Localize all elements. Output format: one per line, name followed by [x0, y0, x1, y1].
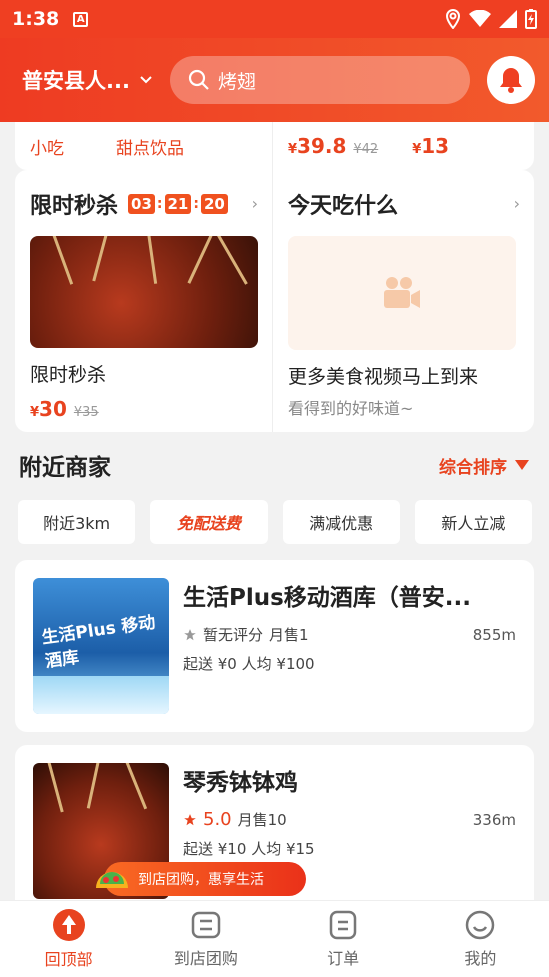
- shop-monthly-sales: 月售1: [269, 626, 309, 644]
- search-placeholder: 烤翅: [218, 70, 257, 93]
- sort-label: 综合排序: [439, 457, 507, 478]
- chevron-down-icon: [140, 76, 152, 84]
- triangle-down-icon: [515, 460, 529, 470]
- shop-avg-price: 人均 ¥100: [241, 655, 315, 673]
- shop-avg-price: 人均 ¥15: [251, 840, 315, 858]
- notification-a-icon: A: [73, 11, 89, 27]
- wifi-icon: [469, 10, 491, 27]
- category-row: 小吃 甜点饮品: [15, 122, 273, 170]
- tab-back-top[interactable]: 回顶部: [0, 901, 137, 977]
- countdown-seconds: 20: [200, 194, 228, 214]
- header: 普安县人... 烤翅: [0, 38, 549, 122]
- tab-label: 我的: [464, 949, 497, 968]
- search-icon: [188, 69, 209, 90]
- flash-sale-price: ¥30 ¥35: [30, 397, 99, 421]
- flash-sale-header: 限时秒杀 03: 21: 20: [30, 188, 257, 220]
- back-top-icon: [52, 909, 85, 941]
- what-to-eat-headline: 更多美食视频马上到来: [288, 366, 479, 388]
- category-dessert[interactable]: 甜点饮品: [116, 134, 184, 159]
- search-input[interactable]: 烤翅: [170, 56, 470, 104]
- category-snack[interactable]: 小吃: [30, 134, 64, 159]
- shop-min-order: 起送 ¥10: [183, 840, 247, 858]
- star-icon: [184, 628, 196, 640]
- location-icon: [445, 9, 461, 29]
- what-to-eat-subtitle: 看得到的好味道~: [288, 399, 414, 418]
- filter-chips: 附近3km 免配送费 满减优惠 新人立减: [18, 500, 532, 544]
- shop-rating: 暂无评分: [203, 626, 264, 644]
- promo-banner[interactable]: 到店团购，惠享生活: [96, 862, 306, 896]
- flash-sale-original: ¥35: [73, 405, 99, 420]
- countdown-minutes: 21: [164, 194, 192, 214]
- shop-monthly-sales: 月售10: [237, 811, 287, 829]
- status-icons: [445, 9, 537, 29]
- shop-meta-2: 起送 ¥0 人均 ¥100: [183, 653, 516, 674]
- what-to-eat-title: 今天吃什么: [288, 194, 399, 219]
- shop-card[interactable]: 生活Plus 移动酒库 生活Plus移动酒库（普安... 暂无评分 月售1 85…: [15, 560, 534, 732]
- video-placeholder[interactable]: [288, 236, 516, 350]
- tab-label: 回顶部: [44, 950, 93, 969]
- tab-group-buy[interactable]: 到店团购: [137, 901, 274, 977]
- countdown-hours: 03: [128, 194, 155, 214]
- bell-icon: [500, 68, 522, 93]
- promo-text: 到店团购，惠享生活: [138, 872, 264, 888]
- deal-price-2[interactable]: ¥13: [412, 134, 449, 158]
- flash-sale-item-name: 限时秒杀: [30, 364, 107, 386]
- countdown-timer: 03: 21: 20: [128, 194, 228, 214]
- order-icon: [329, 910, 357, 940]
- flash-sale-image[interactable]: [30, 236, 258, 348]
- shop-distance: 855m: [472, 625, 516, 644]
- price-row: ¥39.8 ¥42 ¥13: [273, 122, 534, 170]
- tab-orders[interactable]: 订单: [275, 901, 412, 977]
- location-label: 普安县人...: [22, 69, 130, 93]
- deal-original-1: ¥42: [353, 142, 379, 157]
- tab-label: 订单: [327, 949, 360, 968]
- chevron-right-icon: ›: [251, 194, 258, 213]
- filter-free-delivery[interactable]: 免配送费: [150, 500, 268, 544]
- shop-meta: 暂无评分 月售1 855m: [183, 624, 516, 645]
- video-camera-icon: [384, 277, 420, 308]
- profile-icon: [466, 910, 495, 940]
- filter-new-user[interactable]: 新人立减: [414, 500, 532, 544]
- filter-nearby-3km[interactable]: 附近3km: [18, 500, 136, 544]
- status-time: 1:38: [12, 8, 60, 30]
- star-icon: [184, 813, 196, 825]
- shop-image-text: 生活Plus 移动酒库: [40, 612, 157, 673]
- notification-button[interactable]: [487, 56, 535, 104]
- shop-name: 生活Plus移动酒库（普安...: [183, 585, 472, 611]
- feature-card: 限时秒杀 03: 21: 20 › 限时秒杀 ¥30 ¥35 今天吃什么 › 更…: [15, 170, 534, 432]
- battery-icon: [525, 9, 537, 29]
- chevron-right-icon: ›: [513, 194, 520, 213]
- taco-icon: [96, 872, 128, 888]
- shop-meta: 5.0 月售10 336m: [183, 809, 516, 830]
- flash-sale-section[interactable]: 限时秒杀 03: 21: 20 › 限时秒杀 ¥30 ¥35: [15, 170, 273, 432]
- shop-name: 琴秀钵钵鸡: [183, 770, 298, 796]
- nearby-title: 附近商家: [19, 455, 111, 481]
- location-selector[interactable]: 普安县人...: [22, 65, 162, 95]
- category-price-card: 小吃 甜点饮品 ¥39.8 ¥42 ¥13: [15, 122, 534, 170]
- status-bar: 1:38 A: [0, 0, 549, 38]
- nearby-header: 附近商家 综合排序: [19, 448, 529, 482]
- shop-distance: 336m: [472, 810, 516, 829]
- shop-info: 生活Plus移动酒库（普安... 暂无评分 月售1 855m 起送 ¥0 人均 …: [183, 578, 516, 714]
- shop-min-order: 起送 ¥0: [183, 655, 237, 673]
- bottom-tab-bar: 回顶部 到店团购 订单 我的: [0, 900, 549, 977]
- what-to-eat-section[interactable]: 今天吃什么 › 更多美食视频马上到来 看得到的好味道~: [273, 170, 534, 432]
- flash-sale-title: 限时秒杀: [30, 194, 119, 219]
- shop-rating: 5.0: [203, 809, 232, 830]
- sort-dropdown[interactable]: 综合排序: [439, 453, 529, 478]
- signal-icon: [499, 10, 517, 28]
- tab-label: 到店团购: [173, 949, 238, 968]
- shop-image[interactable]: 生活Plus 移动酒库: [33, 578, 169, 714]
- shop-meta-2: 起送 ¥10 人均 ¥15: [183, 838, 516, 859]
- tab-profile[interactable]: 我的: [412, 901, 549, 977]
- filter-discount[interactable]: 满减优惠: [282, 500, 400, 544]
- deal-price-1[interactable]: ¥39.8 ¥42: [288, 134, 378, 158]
- group-buy-icon: [191, 911, 221, 939]
